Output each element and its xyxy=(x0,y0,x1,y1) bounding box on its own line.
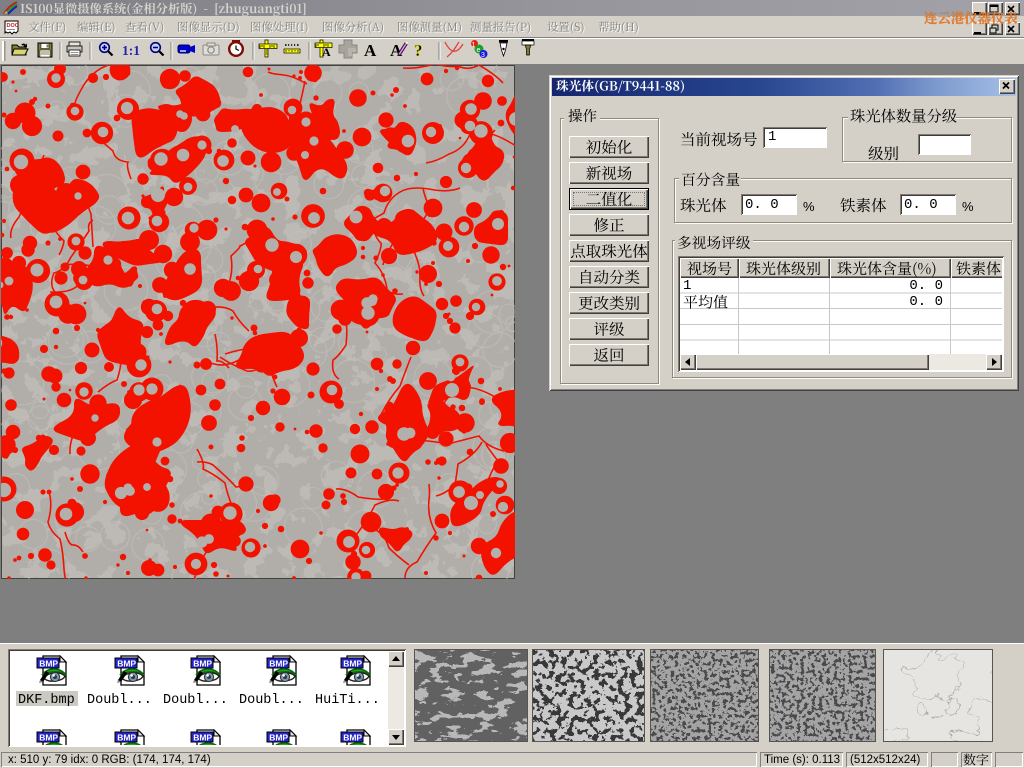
svg-text:Doubl...: Doubl... xyxy=(239,693,304,708)
svg-text:HuiTi...: HuiTi... xyxy=(315,693,380,708)
svg-text:?: ? xyxy=(414,41,423,60)
svg-text:1:1: 1:1 xyxy=(122,43,140,58)
svg-text:DOC: DOC xyxy=(7,23,19,29)
svg-text:A: A xyxy=(364,41,377,60)
svg-text:1: 1 xyxy=(472,42,476,49)
svg-text:A: A xyxy=(322,45,331,59)
svg-text:DKF.bmp: DKF.bmp xyxy=(18,693,75,708)
svg-text:Doubl...: Doubl... xyxy=(87,693,152,708)
svg-text:3: 3 xyxy=(481,52,485,59)
svg-text:Doubl...: Doubl... xyxy=(163,693,228,708)
svg-text:e: e xyxy=(477,47,481,54)
